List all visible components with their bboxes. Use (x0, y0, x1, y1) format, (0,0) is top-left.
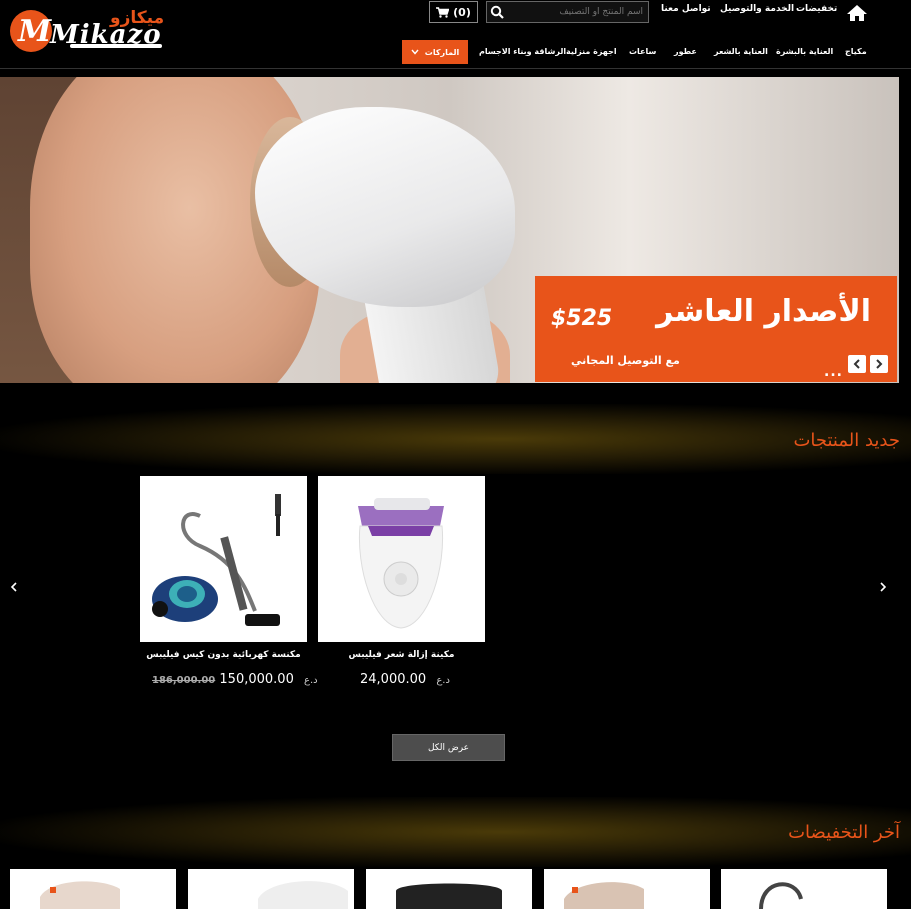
brands-dropdown[interactable]: الماركات (402, 40, 468, 64)
banner-prev-button[interactable] (848, 355, 866, 373)
logo-swoosh (70, 44, 162, 48)
new-products-title: جديد المنتجات (793, 430, 900, 451)
view-all-button[interactable]: عرض الكل (392, 734, 505, 761)
promo-price: $525 (551, 306, 613, 331)
nav-perfumes[interactable]: عطور (674, 47, 697, 56)
chevron-right-icon (876, 359, 883, 369)
current-price: 24,000.00 (360, 672, 427, 687)
search-input[interactable] (509, 4, 643, 20)
site-header: M Mikazo ميكازو تخفيضات الخدمة والتوصيل … (0, 0, 911, 69)
nav-skin-care[interactable]: العناية بالبشرة (776, 47, 833, 56)
vacuum-image (152, 494, 281, 626)
slider-dots[interactable]: ... (824, 364, 843, 380)
discounts-header-bg (0, 797, 911, 867)
carousel-prev-icon[interactable] (9, 580, 19, 594)
discount-product-image (396, 883, 502, 909)
product-name[interactable]: مكينة إزالة شعر فيليبس (318, 650, 485, 660)
nav-fitness[interactable]: الرشاقة وبناء الاجسام (479, 47, 566, 56)
cart-icon (436, 6, 450, 18)
chevron-left-icon (853, 359, 860, 369)
currency: د.ع (303, 675, 318, 686)
site-logo[interactable]: M Mikazo ميكازو (10, 8, 165, 54)
discount-card[interactable] (366, 869, 532, 909)
nav-hair-care[interactable]: العناية بالشعر (714, 47, 768, 56)
search-box (486, 1, 649, 23)
product-card-vacuum[interactable] (140, 476, 307, 642)
product-price: د.ع 150,000.00 186,000.00 (150, 672, 318, 687)
brands-label: الماركات (424, 47, 460, 57)
currency: د.ع (436, 675, 450, 686)
nav-makeup[interactable]: مكياج (845, 47, 867, 56)
contact-link[interactable]: تواصل معنا (661, 4, 711, 14)
home-icon[interactable] (846, 4, 868, 22)
logo-arabic-text: ميكازو (110, 8, 165, 28)
cart-count: (0) (453, 5, 471, 19)
promo-subline: مع التوصيل المجاني (571, 354, 680, 367)
discount-product-image (40, 881, 120, 909)
logo-initial: M (18, 14, 52, 49)
discounts-title: آخر التخفيضات (788, 822, 900, 843)
product-card-epilator[interactable] (318, 476, 485, 642)
delivery-link[interactable]: الخدمة والتوصيل (720, 4, 794, 14)
product-price: د.ع 24,000.00 (360, 672, 450, 687)
carousel-next-icon[interactable] (878, 580, 888, 594)
nav-home-appliances[interactable]: اجهزة منزلية (566, 47, 617, 56)
hero-banner[interactable]: الأصدار العاشر $525 مع التوصيل المجاني .… (0, 77, 899, 383)
cart-button[interactable]: (0) (429, 1, 478, 23)
discount-card[interactable] (188, 869, 354, 909)
discount-product-image (759, 882, 803, 909)
discount-product-image (564, 882, 644, 909)
nav-watches[interactable]: ساعات (629, 47, 656, 56)
discount-product-image (258, 881, 348, 909)
current-price: 150,000.00 (219, 672, 294, 687)
discounts-link[interactable]: تخفيضات (796, 4, 837, 14)
old-price: 186,000.00 (152, 675, 216, 686)
search-icon[interactable] (490, 5, 504, 19)
chevron-down-icon (411, 49, 419, 55)
banner-next-button[interactable] (870, 355, 888, 373)
discount-card[interactable] (721, 869, 887, 909)
epilator-image (358, 498, 444, 629)
product-name[interactable]: مكنسة كهربائية بدون كيس فيليبس (140, 650, 307, 660)
promo-headline: الأصدار العاشر (656, 294, 871, 329)
discount-card[interactable] (544, 869, 710, 909)
new-products-header-bg (0, 404, 911, 474)
discount-card[interactable] (10, 869, 176, 909)
